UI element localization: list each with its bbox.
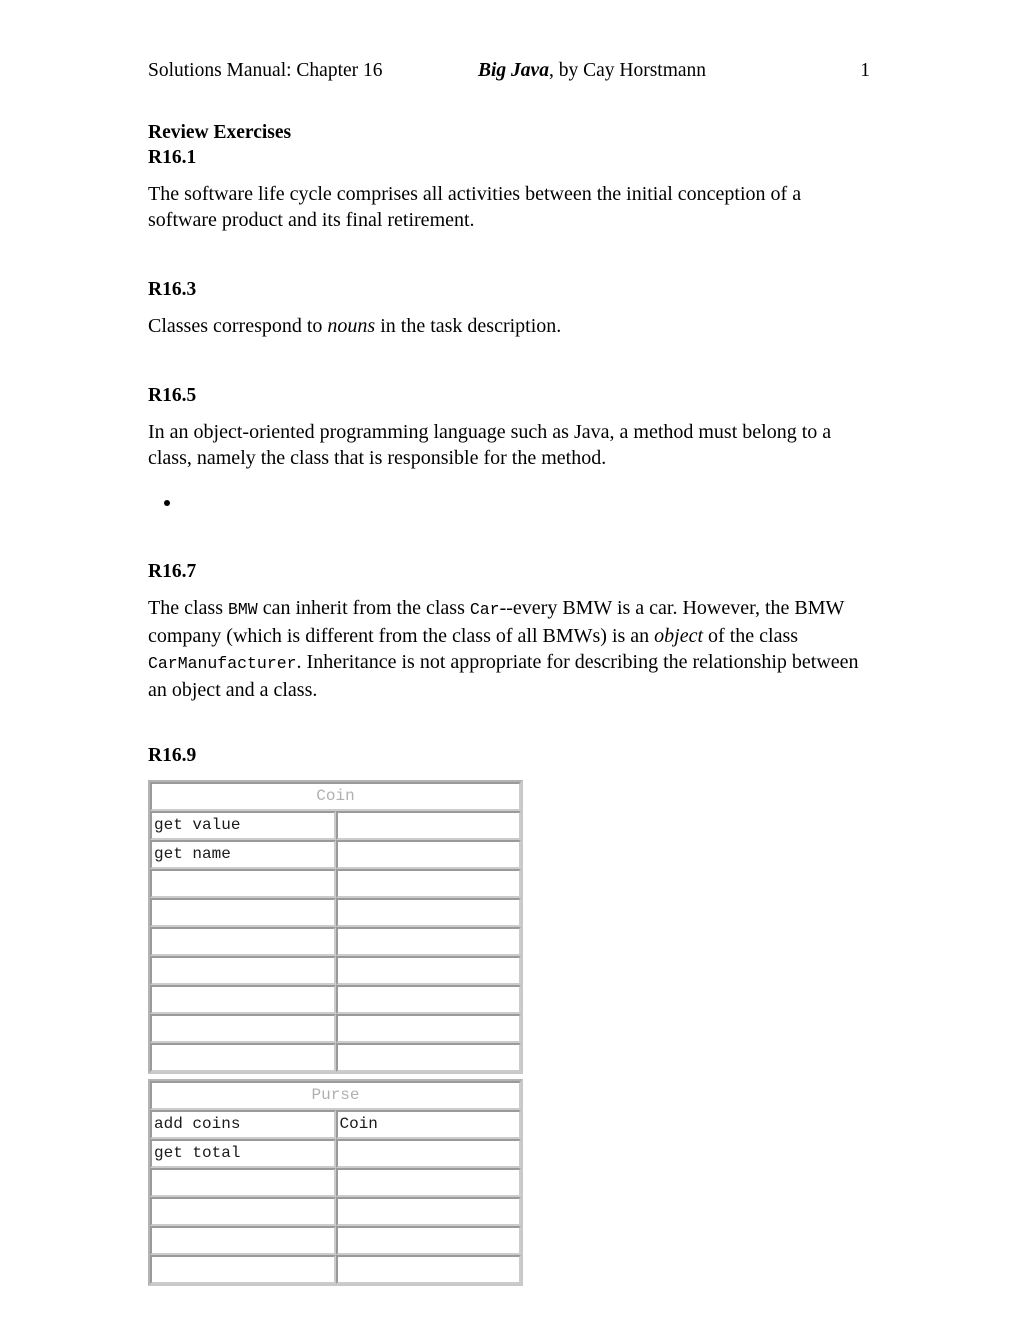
text-run-italic: nouns [327,315,376,337]
text-run-normal: The class [148,597,228,619]
crc-collaborator-cell [335,898,521,927]
table-row: add coins Coin [150,1110,521,1139]
table-row [150,1014,521,1043]
text-run-normal: Classes correspond to [148,315,328,337]
table-row: get name [150,840,521,869]
exercise-heading: R16.3 [148,279,197,300]
crc-collaborator-cell [335,1043,521,1072]
crc-collaborator-cell [335,1255,521,1284]
crc-collaborator-cell [335,1139,521,1168]
crc-responsibility-cell [150,1043,336,1072]
crc-collaborator-cell: Coin [335,1110,521,1139]
table-row [150,927,521,956]
bullet-list [148,489,870,515]
text-run-normal: of the class [703,625,799,647]
header-left-text: Solutions Manual: Chapter 16 [148,60,383,81]
crc-collaborator-cell [335,869,521,898]
table-row [150,869,521,898]
table-row [150,985,521,1014]
crc-card-class-name: Coin [150,782,521,811]
crc-responsibility-cell [150,927,336,956]
text-run-normal: in the task description. [375,315,562,337]
crc-card: Purse add coins Coin get total [148,1079,523,1286]
document-body: Review Exercises R16.1 The software life … [148,120,870,1286]
exercise-paragraph: The software life cycle comprises all ac… [148,181,870,233]
exercise-heading: R16.9 [148,745,197,766]
header-byline: , by Cay Horstmann [548,60,707,81]
crc-collaborator-cell [335,1014,521,1043]
exercise-heading: R16.7 [148,561,197,582]
crc-card: Coin get value get name [148,780,523,1074]
crc-responsibility-cell [150,869,336,898]
crc-responsibility-cell [150,1197,336,1226]
crc-collaborator-cell [335,927,521,956]
crc-responsibility-cell: add coins [150,1110,336,1139]
crc-responsibility-cell: get value [150,811,336,840]
crc-collaborator-cell [335,1168,521,1197]
exercise-list: R16.1 The software life cycle comprises a… [148,145,870,1286]
text-run-mono: BMW [227,600,258,619]
exercise-paragraph: Classes correspond to nouns in the task … [148,313,870,339]
page-title: Review Exercises [148,122,292,143]
crc-responsibility-cell [150,1255,336,1284]
crc-responsibility-cell [150,1168,336,1197]
table-row [150,1168,521,1197]
exercise-paragraph: The class BMW can inherit from the class… [148,595,870,703]
table-row [150,1226,521,1255]
crc-card-group: Coin get value get name Purse add coins Coin g… [148,780,523,1286]
crc-collaborator-cell [335,956,521,985]
document-page: Solutions Manual: Chapter 16 Big Java, b… [0,0,1020,1320]
page-number: 1 [860,60,870,81]
crc-responsibility-cell [150,898,336,927]
crc-responsibility-cell: get name [150,840,336,869]
list-item [182,489,870,515]
exercise-heading: R16.1 [148,147,197,168]
crc-collaborator-cell [335,1197,521,1226]
exercise-block: R16.1 The software life cycle comprises a… [148,145,870,233]
table-row [150,956,521,985]
crc-collaborator-cell [335,840,521,869]
crc-collaborator-cell [335,811,521,840]
text-run-mono: CarManufacturer [148,654,297,673]
crc-collaborator-cell [335,985,521,1014]
exercise-heading: R16.5 [148,385,197,406]
crc-responsibility-cell [150,1014,336,1043]
header-center-text: Big Java, by Cay Horstmann [478,58,706,84]
exercise-paragraph: In an object-oriented programming langua… [148,419,870,471]
exercise-block: R16.7 The class BMW can inherit from the … [148,515,870,703]
exercise-block: R16.9 Coin get value get name Purse add coins… [148,703,870,1286]
crc-responsibility-cell: get total [150,1139,336,1168]
crc-card-title-row: Purse [150,1081,521,1110]
crc-responsibility-cell [150,1226,336,1255]
crc-collaborator-cell [335,1226,521,1255]
table-row [150,1255,521,1284]
exercise-block: R16.5 In an object-oriented programming l… [148,339,870,515]
text-run-normal: can inherit from the class [257,597,470,619]
exercise-block: R16.3 Classes correspond to nouns in the … [148,233,870,339]
table-row [150,898,521,927]
crc-responsibility-cell [150,956,336,985]
text-run-mono: Car [469,600,500,619]
header-book-title: Big Java [478,60,549,81]
crc-responsibility-cell [150,985,336,1014]
text-run-normal: The software life cycle comprises all ac… [148,183,802,231]
table-row: get total [150,1139,521,1168]
table-row [150,1043,521,1072]
crc-card-title-row: Coin [150,782,521,811]
table-row [150,1197,521,1226]
crc-card-class-name: Purse [150,1081,521,1110]
text-run-normal: In an object-oriented programming langua… [148,421,832,469]
table-row: get value [150,811,521,840]
text-run-italic: object [654,625,704,647]
